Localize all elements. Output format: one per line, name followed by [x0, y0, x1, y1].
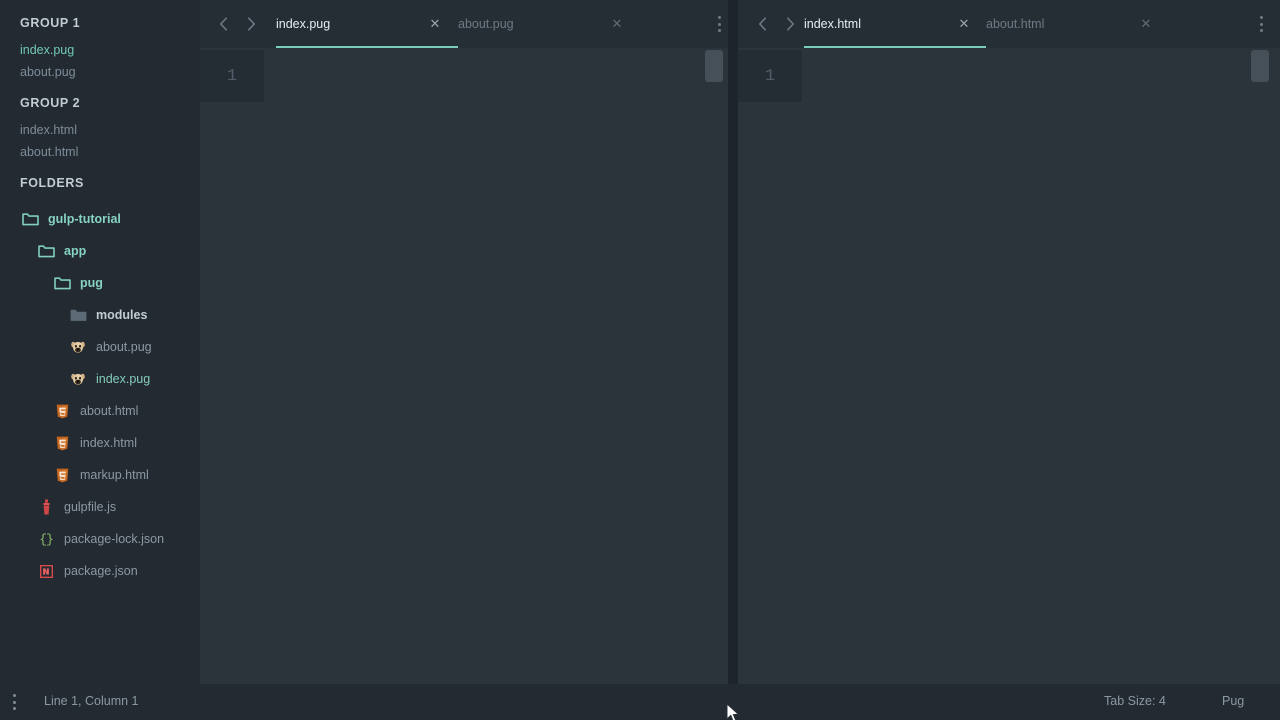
folder-open-icon [20, 211, 40, 227]
html5-file-icon [52, 435, 72, 451]
sidebar-group-title: GROUP 1 [20, 16, 81, 30]
tree-file-about-html[interactable]: about.html [0, 395, 200, 427]
folder-closed-icon [68, 307, 88, 323]
tree-folder-app[interactable]: app [0, 235, 200, 267]
npm-file-icon [36, 563, 56, 579]
tree-folder-label: pug [80, 276, 103, 290]
tree-file-label: gulpfile.js [64, 500, 117, 514]
line-number: 1 [764, 66, 776, 86]
editor-pane-left: index.pug ✕ about.pug ✕ 1 [200, 0, 728, 684]
close-icon[interactable]: ✕ [1139, 17, 1153, 31]
tree-folder-pug[interactable]: pug [0, 267, 200, 299]
tree-file-label: about.pug [96, 340, 152, 354]
vertical-scrollbar-right[interactable] [1251, 50, 1269, 82]
tree-file-package-json[interactable]: package.json [0, 555, 200, 587]
tree-folder-gulp-tutorial[interactable]: gulp-tutorial [0, 203, 200, 235]
close-icon[interactable]: ✕ [957, 17, 971, 31]
editor-pane-right: index.html ✕ about.html ✕ 1 [738, 0, 1280, 684]
sidebar: GROUP 1 index.pug about.pug GROUP 2 inde… [0, 0, 200, 684]
line-number-gutter-left: 1 [200, 50, 264, 102]
pug-file-icon [68, 339, 88, 355]
html5-file-icon [52, 403, 72, 419]
active-tab-indicator [276, 46, 458, 48]
tree-file-label: about.html [80, 404, 139, 418]
tab-bar-left: index.pug ✕ about.pug ✕ [200, 0, 728, 48]
line-number-gutter-right: 1 [738, 50, 802, 102]
more-vertical-icon[interactable] [8, 693, 20, 711]
tab-index-html[interactable]: index.html ✕ [804, 0, 986, 48]
tree-folder-label: modules [96, 308, 148, 322]
tree-file-package-lock-json[interactable]: {} package-lock.json [0, 523, 200, 555]
tree-file-gulpfile-js[interactable]: gulpfile.js [0, 491, 200, 523]
tree-file-label: index.html [80, 436, 137, 450]
tree-file-label: package-lock.json [64, 532, 165, 546]
vertical-scrollbar-left[interactable] [705, 50, 723, 82]
tab-about-html[interactable]: about.html ✕ [986, 0, 1168, 48]
tree-file-label: index.pug [96, 372, 151, 386]
status-bar: Line 1, Column 1 Tab Size: 4 Pug [0, 684, 1280, 720]
more-vertical-icon[interactable] [1254, 15, 1268, 33]
tab-label: index.pug [276, 17, 331, 31]
tree-file-markup-html[interactable]: markup.html [0, 459, 200, 491]
tree-folder-label: gulp-tutorial [48, 212, 121, 226]
nav-forward-button[interactable] [241, 14, 261, 34]
active-tab-indicator [804, 46, 986, 48]
html5-file-icon [52, 467, 72, 483]
tab-label: about.pug [458, 17, 514, 31]
folder-open-icon [36, 243, 56, 259]
close-icon[interactable]: ✕ [428, 17, 442, 31]
tab-index-pug[interactable]: index.pug ✕ [276, 0, 458, 48]
sidebar-group-2: GROUP 2 index.html about.html [0, 93, 200, 163]
sidebar-item-about-pug[interactable]: about.pug [0, 61, 200, 83]
gulp-file-icon [36, 499, 56, 515]
syntax-mode-status[interactable]: Pug [1222, 694, 1244, 708]
folder-open-icon [52, 275, 72, 291]
json-file-icon: {} [39, 531, 54, 547]
tab-size-status[interactable]: Tab Size: 4 [1104, 694, 1166, 708]
tab-label: about.html [986, 17, 1045, 31]
sidebar-group-1: GROUP 1 index.pug about.pug [0, 13, 200, 83]
sidebar-item-about-html[interactable]: about.html [0, 141, 200, 163]
tree-folder-label: app [64, 244, 87, 258]
nav-back-button[interactable] [213, 14, 233, 34]
nav-back-button[interactable] [752, 14, 772, 34]
sidebar-item-index-html[interactable]: index.html [0, 119, 200, 141]
tab-bar-right: index.html ✕ about.html ✕ [738, 0, 1280, 48]
tree-file-label: package.json [64, 564, 138, 578]
folder-tree: gulp-tutorial app pug modules about.pug index… [0, 203, 200, 587]
nav-forward-button[interactable] [780, 14, 800, 34]
sidebar-item-index-pug[interactable]: index.pug [0, 39, 200, 61]
tab-label: index.html [804, 17, 861, 31]
tree-file-about-pug[interactable]: about.pug [0, 331, 200, 363]
mouse-cursor [726, 702, 742, 720]
more-vertical-icon[interactable] [712, 15, 726, 33]
folders-section-title: FOLDERS [20, 176, 84, 190]
line-number: 1 [226, 66, 238, 86]
sidebar-group-title: GROUP 2 [20, 96, 81, 110]
tree-file-index-html[interactable]: index.html [0, 427, 200, 459]
tab-about-pug[interactable]: about.pug ✕ [458, 0, 640, 48]
pane-divider[interactable] [728, 0, 738, 684]
pug-file-icon [68, 371, 88, 387]
close-icon[interactable]: ✕ [610, 17, 624, 31]
cursor-position[interactable]: Line 1, Column 1 [44, 694, 139, 708]
tree-file-label: markup.html [80, 468, 149, 482]
tree-folder-modules[interactable]: modules [0, 299, 200, 331]
editor-window: GROUP 1 index.pug about.pug GROUP 2 inde… [0, 0, 1280, 720]
tree-file-index-pug[interactable]: index.pug [0, 363, 200, 395]
